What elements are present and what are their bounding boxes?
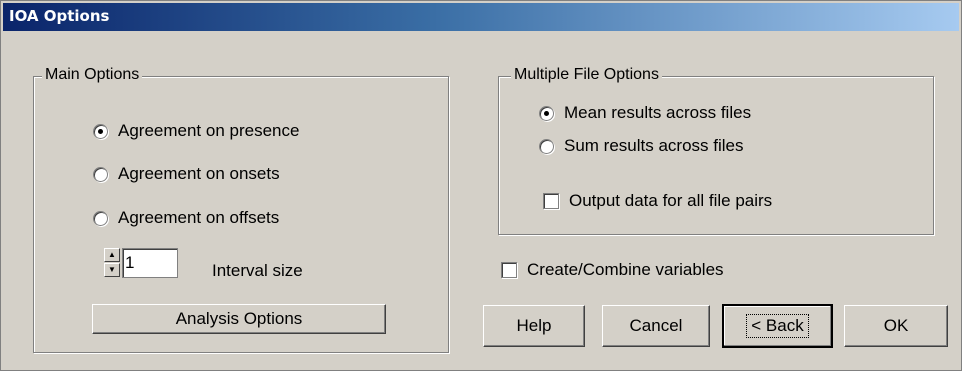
radio-agreement-presence[interactable]: Agreement on presence bbox=[93, 121, 299, 141]
radio-label: Sum results across files bbox=[564, 136, 744, 155]
window-title: IOA Options bbox=[9, 7, 110, 25]
checkbox-box[interactable] bbox=[501, 262, 517, 278]
back-button-label: < Back bbox=[746, 314, 809, 338]
main-options-group: Main Options Agreement on presence Agree… bbox=[33, 66, 449, 353]
multiple-file-options-group: Multiple File Options Mean results acros… bbox=[498, 66, 934, 235]
radio-agreement-onsets[interactable]: Agreement on onsets bbox=[93, 164, 280, 184]
radio-mean-results[interactable]: Mean results across files bbox=[539, 103, 751, 123]
back-button[interactable]: < Back bbox=[722, 304, 833, 348]
spin-down-icon[interactable]: ▼ bbox=[104, 263, 120, 277]
radio-sum-results[interactable]: Sum results across files bbox=[539, 136, 744, 156]
interval-size-input[interactable]: 1 bbox=[122, 248, 178, 278]
radio-button[interactable] bbox=[93, 210, 108, 226]
title-bar[interactable]: IOA Options bbox=[3, 3, 959, 31]
interval-spinner[interactable]: ▲ ▼ bbox=[104, 248, 120, 277]
radio-button[interactable] bbox=[93, 166, 108, 182]
radio-label: Agreement on presence bbox=[118, 121, 300, 140]
cancel-button[interactable]: Cancel bbox=[602, 305, 710, 347]
output-all-file-pairs-checkbox[interactable]: Output data for all file pairs bbox=[543, 191, 772, 211]
checkbox-box[interactable] bbox=[543, 193, 559, 209]
checkbox-label: Create/Combine variables bbox=[527, 260, 724, 279]
ok-button[interactable]: OK bbox=[844, 305, 948, 347]
create-combine-variables-checkbox[interactable]: Create/Combine variables bbox=[501, 260, 724, 280]
checkbox-label: Output data for all file pairs bbox=[569, 191, 773, 210]
radio-button[interactable] bbox=[93, 123, 108, 139]
radio-label: Agreement on onsets bbox=[118, 164, 280, 183]
spin-up-icon[interactable]: ▲ bbox=[104, 248, 120, 262]
multiple-file-options-legend: Multiple File Options bbox=[511, 66, 662, 84]
ioa-options-window: IOA Options Main Options Agreement on pr… bbox=[0, 0, 962, 371]
interval-size-label: Interval size bbox=[212, 261, 303, 280]
radio-agreement-offsets[interactable]: Agreement on offsets bbox=[93, 208, 279, 228]
radio-button[interactable] bbox=[539, 105, 554, 121]
radio-label: Mean results across files bbox=[564, 103, 752, 122]
main-options-legend: Main Options bbox=[42, 66, 143, 84]
analysis-options-button[interactable]: Analysis Options bbox=[92, 304, 386, 334]
radio-button[interactable] bbox=[539, 138, 554, 154]
help-button[interactable]: Help bbox=[483, 305, 585, 347]
radio-label: Agreement on offsets bbox=[118, 208, 280, 227]
